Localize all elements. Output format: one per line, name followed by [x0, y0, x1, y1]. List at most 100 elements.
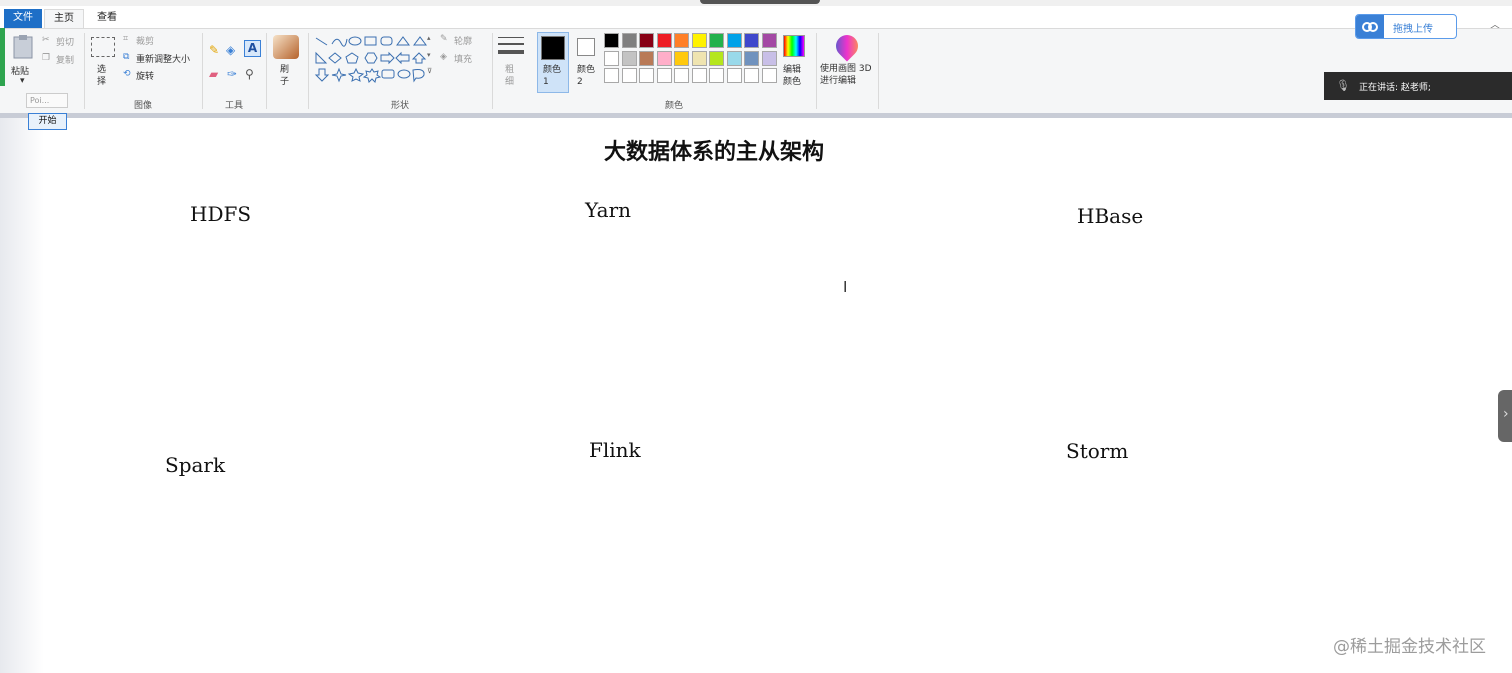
divider — [266, 33, 267, 109]
label-storm: Storm — [1066, 439, 1129, 463]
paint3d-icon — [831, 30, 863, 62]
palette-swatch[interactable] — [726, 68, 742, 83]
palette-swatch[interactable] — [604, 33, 619, 48]
ribbon: 粘贴 ▾ ✂ 剪切 ❐ 复制 选择 ⌗ 裁剪 ⧉ 重新调整大小 ⟲ 旋转 图像 … — [0, 28, 1512, 113]
edit-colors-button[interactable]: 编辑颜色 — [783, 64, 805, 88]
palette-swatch[interactable] — [656, 33, 672, 48]
paste-dropdown-icon[interactable]: ▾ — [20, 76, 25, 86]
color-picker-icon[interactable]: ✑ — [227, 67, 237, 81]
label-yarn: Yarn — [585, 198, 632, 222]
palette-swatch[interactable] — [744, 33, 759, 48]
palette-swatch[interactable] — [726, 50, 742, 66]
size-button[interactable]: 粗细 — [505, 64, 515, 88]
resize-button[interactable]: 重新调整大小 — [136, 52, 190, 65]
cloud-icon — [1356, 15, 1384, 38]
palette-swatch[interactable] — [674, 68, 689, 83]
side-panel-handle[interactable]: › — [1498, 390, 1512, 442]
tools-group-label: 工具 — [224, 101, 243, 111]
canvas-title: 大数据体系的主从架构 — [604, 139, 825, 165]
brush-icon — [273, 35, 299, 59]
palette-swatch[interactable] — [744, 50, 759, 66]
palette-swatch[interactable] — [656, 50, 672, 66]
color1-button[interactable]: 颜色 1 — [543, 64, 565, 88]
palette-swatch[interactable] — [621, 33, 637, 48]
divider — [878, 33, 879, 109]
brush-button[interactable]: 刷子 — [280, 64, 290, 88]
palette-swatch[interactable] — [674, 33, 689, 48]
resize-icon: ⧉ — [123, 52, 130, 62]
palette-swatch[interactable] — [709, 33, 724, 48]
palette-swatch[interactable] — [761, 50, 777, 66]
start-button[interactable]: 开始 — [28, 113, 67, 130]
crop-button[interactable]: 裁剪 — [136, 34, 154, 47]
outline-button[interactable]: 轮廓 — [454, 34, 472, 47]
color2-swatch — [577, 38, 595, 56]
text-tool-icon[interactable]: A — [244, 40, 261, 57]
tab-file[interactable]: 文件 — [4, 9, 42, 29]
color-palette — [604, 33, 779, 89]
shapes-gallery[interactable] — [313, 35, 435, 87]
palette-swatch[interactable] — [761, 68, 777, 83]
text-cursor-icon: I — [843, 278, 848, 296]
copy-icon: ❐ — [42, 53, 51, 63]
magnifier-icon[interactable]: ⚲ — [245, 67, 254, 81]
palette-swatch[interactable] — [639, 50, 654, 66]
screen-share-pill — [700, 0, 820, 4]
shapes-scroll-down-icon[interactable]: ▾ — [427, 51, 431, 59]
palette-swatch[interactable] — [709, 50, 724, 66]
palette-swatch[interactable] — [691, 33, 707, 48]
edit-colors-icon — [783, 35, 805, 57]
palette-swatch[interactable] — [639, 33, 654, 48]
menu-bar: 文件 主页 查看 ︿ — [0, 6, 1512, 31]
palette-swatch[interactable] — [621, 50, 637, 66]
palette-swatch[interactable] — [709, 68, 724, 83]
tooltip: Poi... — [26, 93, 68, 108]
palette-swatch[interactable] — [761, 33, 777, 48]
speaker-indicator-bar — [0, 28, 5, 86]
fill-icon[interactable]: ◈ — [226, 43, 235, 57]
image-group: 选择 ⌗ 裁剪 ⧉ 重新调整大小 ⟲ 旋转 图像 — [86, 29, 200, 113]
drag-upload-button[interactable]: 拖拽上传 — [1355, 14, 1457, 39]
select-button[interactable]: 选择 — [97, 64, 107, 88]
palette-swatch[interactable] — [639, 68, 654, 83]
speaking-indicator: 🎙 正在讲话: 赵老师; — [1324, 72, 1512, 100]
paint3d-button[interactable]: 使用画图 3D 进行编辑 — [820, 63, 874, 87]
watermark: @稀土掘金技术社区 — [1333, 637, 1486, 657]
pencil-icon[interactable]: ✎ — [209, 43, 219, 57]
cut-icon: ✂ — [42, 35, 50, 45]
line-width-icon — [498, 37, 524, 54]
tab-view[interactable]: 查看 — [88, 9, 126, 29]
palette-swatch[interactable] — [621, 68, 637, 83]
palette-swatch[interactable] — [674, 50, 689, 66]
palette-swatch[interactable] — [656, 68, 672, 83]
color2-button[interactable]: 颜色 2 — [577, 64, 599, 88]
copy-button[interactable]: 复制 — [56, 53, 74, 66]
fill-button[interactable]: 填充 — [454, 52, 472, 65]
divider — [202, 33, 203, 109]
fill-shape-icon: ◈ — [440, 52, 447, 62]
palette-swatch[interactable] — [691, 68, 707, 83]
palette-swatch[interactable] — [604, 50, 619, 66]
palette-swatch[interactable] — [691, 50, 707, 66]
outline-icon: ✎ — [440, 34, 448, 44]
microphone-icon: 🎙 — [1336, 79, 1350, 92]
cut-button[interactable]: 剪切 — [56, 35, 74, 48]
drag-upload-label: 拖拽上传 — [1393, 24, 1433, 35]
speaking-label: 正在讲话: 赵老师; — [1359, 83, 1431, 93]
shapes-group: ▴ ▾ ⊽ ✎ 轮廓 ◈ 填充 形状 — [310, 29, 490, 113]
palette-swatch[interactable] — [744, 68, 759, 83]
tab-home[interactable]: 主页 — [44, 9, 84, 29]
palette-swatch[interactable] — [726, 33, 742, 48]
shapes-expand-icon[interactable]: ⊽ — [427, 67, 432, 75]
select-icon — [91, 37, 115, 57]
image-group-label: 图像 — [133, 101, 152, 111]
shapes-scroll-up-icon[interactable]: ▴ — [427, 34, 431, 42]
shapes-group-label: 形状 — [390, 101, 409, 111]
eraser-icon[interactable]: ▰ — [209, 67, 218, 81]
brush-group: 刷子 — [268, 29, 306, 113]
colors-group-label: 颜色 — [664, 101, 683, 111]
rotate-button[interactable]: 旋转 — [136, 69, 154, 82]
palette-swatch[interactable] — [604, 68, 619, 83]
chevron-right-icon: › — [1503, 406, 1509, 422]
divider — [492, 33, 493, 109]
